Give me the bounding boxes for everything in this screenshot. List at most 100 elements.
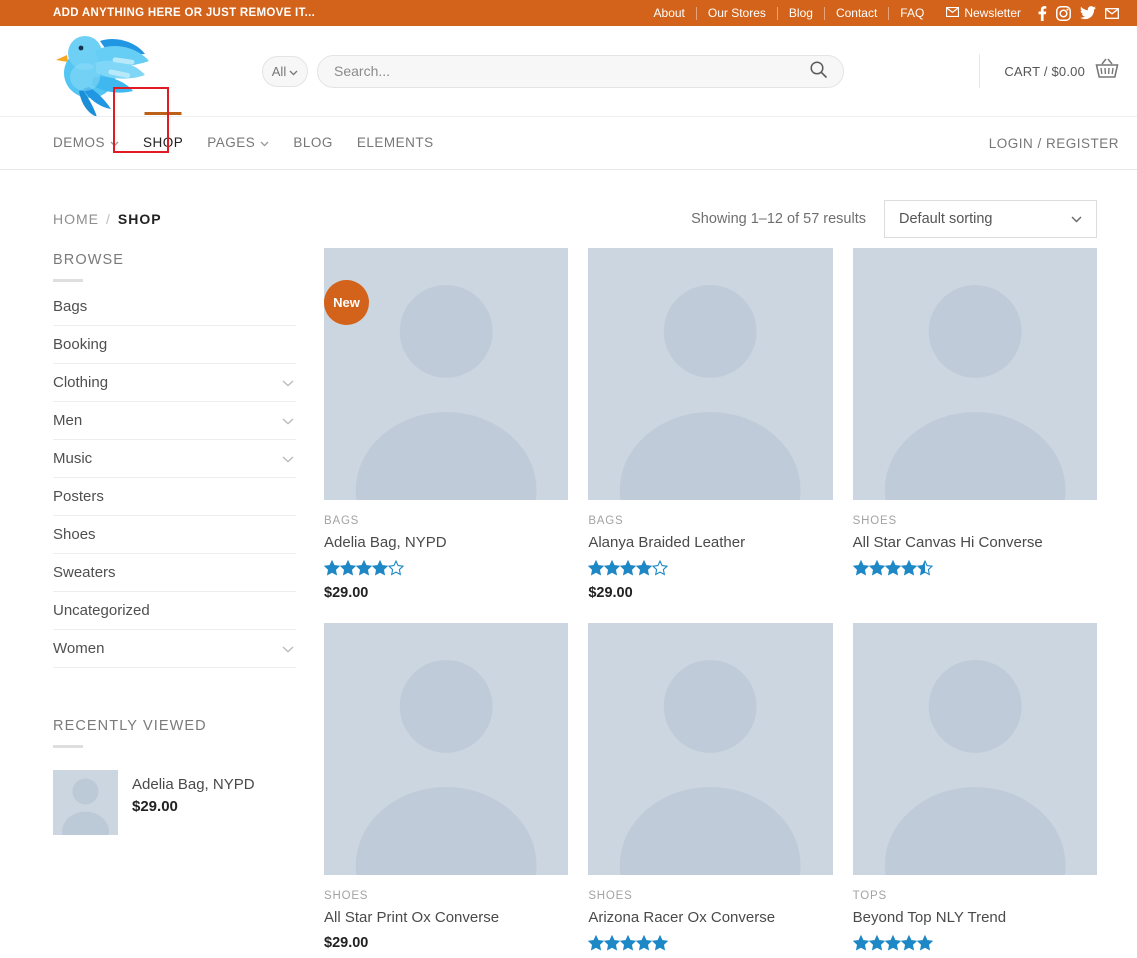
product-name[interactable]: Beyond Top NLY Trend <box>853 909 1097 926</box>
list-item[interactable]: Adelia Bag, NYPD $29.00 <box>53 770 296 835</box>
category-label: Sweaters <box>53 564 116 581</box>
product-category[interactable]: BAGS <box>588 515 832 527</box>
nav-item-shop[interactable]: SHOP <box>131 116 195 170</box>
breadcrumb-home[interactable]: HOME <box>53 211 99 227</box>
category-label: Posters <box>53 488 104 505</box>
category-label: Shoes <box>53 526 96 543</box>
cart-button[interactable]: CART / $0.00 <box>979 54 1119 88</box>
page-content: BROWSE Bags Booking Clothing Men <box>0 242 1137 958</box>
nav-item-blog[interactable]: BLOG <box>281 116 345 170</box>
product-card: TOPS Beyond Top NLY Trend <box>853 623 1097 958</box>
category-label: Uncategorized <box>53 602 150 619</box>
nav-item-label: PAGES <box>207 116 255 170</box>
search-category-label: All <box>272 64 286 79</box>
product-image[interactable]: New <box>324 248 568 500</box>
rating-stars <box>588 935 832 951</box>
rating-stars <box>853 935 1097 951</box>
product-image[interactable] <box>853 623 1097 875</box>
product-thumbnail[interactable] <box>53 770 118 835</box>
topbar-link-our-stores[interactable]: Our Stores <box>697 7 778 20</box>
search-box[interactable] <box>317 55 844 88</box>
product-name[interactable]: Adelia Bag, NYPD <box>324 534 568 551</box>
product-image[interactable] <box>588 248 832 500</box>
sidebar-item-men[interactable]: Men <box>53 402 296 440</box>
chevron-down-icon[interactable] <box>282 640 294 657</box>
sorting-dropdown[interactable]: Default sorting <box>884 200 1097 238</box>
sidebar-item-women[interactable]: Women <box>53 630 296 668</box>
cart-label: CART / $0.00 <box>1004 64 1085 79</box>
envelope-icon <box>946 6 959 20</box>
sidebar-item-bags[interactable]: Bags <box>53 288 296 326</box>
topbar-link-blog[interactable]: Blog <box>778 7 825 20</box>
newsletter-link[interactable]: Newsletter <box>935 6 1032 20</box>
product-card: SHOES All Star Canvas Hi Converse <box>853 248 1097 623</box>
product-price: $29.00 <box>324 585 568 601</box>
browse-widget-title: BROWSE <box>53 242 296 268</box>
sidebar-item-shoes[interactable]: Shoes <box>53 516 296 554</box>
category-label: Clothing <box>53 374 108 391</box>
title-divider <box>53 745 83 748</box>
topbar-links: About Our Stores Blog Contact FAQ Newsle… <box>643 6 1119 21</box>
sidebar-item-music[interactable]: Music <box>53 440 296 478</box>
facebook-icon[interactable] <box>1038 6 1047 21</box>
shopping-basket-icon <box>1095 58 1119 84</box>
chevron-down-icon[interactable] <box>282 374 294 391</box>
nav-item-demos[interactable]: DEMOS <box>53 116 131 170</box>
instagram-icon[interactable] <box>1056 6 1071 21</box>
sidebar: BROWSE Bags Booking Clothing Men <box>53 242 296 958</box>
main-navigation: DEMOS SHOP PAGES BLOG ELEMENTS LOGIN / R… <box>0 116 1137 170</box>
sidebar-item-booking[interactable]: Booking <box>53 326 296 364</box>
sidebar-item-sweaters[interactable]: Sweaters <box>53 554 296 592</box>
email-icon[interactable] <box>1105 8 1119 19</box>
search-submit-button[interactable] <box>810 61 827 81</box>
product-name[interactable]: Alanya Braided Leather <box>588 534 832 551</box>
sidebar-item-clothing[interactable]: Clothing <box>53 364 296 402</box>
rating-stars <box>588 560 832 576</box>
product-category[interactable]: BAGS <box>324 515 568 527</box>
chevron-down-icon <box>110 116 119 170</box>
nav-item-pages[interactable]: PAGES <box>195 116 281 170</box>
shop-toolbar: HOME / SHOP Showing 1–12 of 57 results D… <box>0 170 1137 242</box>
product-name[interactable]: All Star Canvas Hi Converse <box>853 534 1097 551</box>
product-image[interactable] <box>324 623 568 875</box>
chevron-down-icon <box>260 116 269 170</box>
sidebar-item-uncategorized[interactable]: Uncategorized <box>53 592 296 630</box>
product-image[interactable] <box>588 623 832 875</box>
nav-item-label: DEMOS <box>53 116 105 170</box>
search-input[interactable] <box>334 63 810 79</box>
chevron-down-icon[interactable] <box>282 412 294 429</box>
product-price: $29.00 <box>324 935 568 951</box>
product-category[interactable]: TOPS <box>853 890 1097 902</box>
product-name[interactable]: Adelia Bag, NYPD <box>132 776 255 793</box>
topbar-link-contact[interactable]: Contact <box>825 7 889 20</box>
product-image[interactable] <box>853 248 1097 500</box>
nav-item-group: DEMOS SHOP PAGES BLOG ELEMENTS <box>53 116 446 170</box>
twitter-icon[interactable] <box>1080 6 1096 20</box>
rating-stars <box>853 560 1097 576</box>
breadcrumb-separator: / <box>106 211 111 227</box>
breadcrumb-current: SHOP <box>118 211 162 227</box>
recently-viewed-widget: RECENTLY VIEWED Adelia Bag, NYPD $29.00 <box>53 708 296 835</box>
category-list: Bags Booking Clothing Men Music <box>53 288 296 668</box>
topbar-link-faq[interactable]: FAQ <box>889 7 935 20</box>
login-register-link[interactable]: LOGIN / REGISTER <box>989 136 1119 151</box>
search-category-dropdown[interactable]: All <box>262 56 308 87</box>
category-label: Booking <box>53 336 107 353</box>
recently-viewed-title: RECENTLY VIEWED <box>53 708 296 734</box>
sorting-selected-label: Default sorting <box>899 211 993 227</box>
product-category[interactable]: SHOES <box>324 890 568 902</box>
nav-item-label: SHOP <box>143 116 183 170</box>
category-label: Men <box>53 412 82 429</box>
promo-text: ADD ANYTHING HERE OR JUST REMOVE IT... <box>53 7 315 19</box>
search-icon <box>810 61 827 81</box>
product-name[interactable]: Arizona Racer Ox Converse <box>588 909 832 926</box>
topbar-link-about[interactable]: About <box>643 7 697 20</box>
product-category[interactable]: SHOES <box>853 515 1097 527</box>
sidebar-item-posters[interactable]: Posters <box>53 478 296 516</box>
product-price: $29.00 <box>132 798 255 815</box>
nav-item-elements[interactable]: ELEMENTS <box>345 116 446 170</box>
product-name[interactable]: All Star Print Ox Converse <box>324 909 568 926</box>
product-category[interactable]: SHOES <box>588 890 832 902</box>
site-logo[interactable] <box>45 27 150 115</box>
chevron-down-icon[interactable] <box>282 450 294 467</box>
